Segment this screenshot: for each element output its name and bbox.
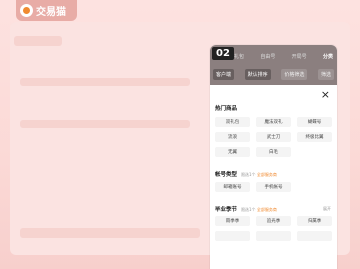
filter-client[interactable]: 客户端 xyxy=(213,69,235,80)
category-tabs: 礼包 自由号 开局号 分类 xyxy=(234,50,333,62)
brand-badge: 交易猫 xyxy=(16,0,77,21)
filter-more[interactable]: 筛选 xyxy=(317,69,334,80)
chip-hot-8[interactable]: 白毛 xyxy=(256,147,291,157)
background-blur-3 xyxy=(20,120,190,128)
account-type-hint: 限选1个 全部服务商 xyxy=(241,172,277,177)
chip-hot-7[interactable]: 无翼 xyxy=(215,147,250,157)
filter-sort[interactable]: 默认排序 xyxy=(244,69,271,80)
chip-hot-4[interactable]: 流浪 xyxy=(215,132,250,142)
season-expand-link[interactable]: 展开 xyxy=(323,206,331,212)
phone-frame: 02 礼包 自由号 开局号 分类 客户端 默认排序 价格筛选 筛选 × 热门商品… xyxy=(210,45,337,269)
filter-bar: 客户端 默认排序 价格筛选 筛选 xyxy=(213,69,334,80)
chip-account-phone[interactable]: 手机帐号 xyxy=(256,182,291,192)
season-hint-text: 限选1个 xyxy=(241,207,256,212)
filter-price[interactable]: 价格筛选 xyxy=(281,69,308,80)
chip-season-row2-1[interactable] xyxy=(215,231,250,241)
chip-season-1[interactable]: 雨季季 xyxy=(215,216,250,226)
brand-name: 交易猫 xyxy=(36,7,66,18)
tab-category[interactable]: 分类 xyxy=(323,53,333,60)
filter-sheet: × 热门商品 双礼包 魔法双礼 蝴蝶号 流浪 武士刀 终极比翼 无翼 白毛 帐号… xyxy=(210,85,337,269)
account-type-hint-link[interactable]: 全部服务商 xyxy=(257,172,277,177)
dimmed-header: 02 礼包 自由号 开局号 分类 客户端 默认排序 价格筛选 筛选 xyxy=(210,45,337,85)
section-title-hot: 热门商品 xyxy=(215,106,238,112)
chip-hot-3[interactable]: 蝴蝶号 xyxy=(297,117,332,127)
chip-season-2[interactable]: 追光季 xyxy=(256,216,291,226)
chip-season-row2-2[interactable] xyxy=(256,231,291,241)
section-title-account-type: 帐号类型 限选1个 全部服务商 xyxy=(215,170,277,178)
step-badge: 02 xyxy=(212,47,234,60)
chip-account-email[interactable]: 邮箱账号 xyxy=(215,182,250,192)
account-type-hint-text: 限选1个 xyxy=(241,172,256,177)
tab-gift[interactable]: 礼包 xyxy=(234,53,244,60)
chip-season-3[interactable]: 归属季 xyxy=(297,216,332,226)
background-blur-2 xyxy=(20,78,190,86)
chip-season-row2-3[interactable] xyxy=(297,231,332,241)
chip-hot-1[interactable]: 双礼包 xyxy=(215,117,250,127)
background-blur-1 xyxy=(14,36,62,46)
season-hint-link[interactable]: 全部服务商 xyxy=(257,207,277,212)
chip-hot-5[interactable]: 武士刀 xyxy=(256,132,291,142)
background-blur-4 xyxy=(20,228,200,238)
account-type-label: 帐号类型 xyxy=(215,172,238,178)
section-title-season: 毕业季节 限选1个 全部服务商 xyxy=(215,205,277,213)
chip-hot-6[interactable]: 终极比翼 xyxy=(297,132,332,142)
tab-free-account[interactable]: 自由号 xyxy=(260,53,275,60)
season-label: 毕业季节 xyxy=(215,207,238,213)
chip-hot-2[interactable]: 魔法双礼 xyxy=(256,117,291,127)
tab-start-account[interactable]: 开局号 xyxy=(292,53,307,60)
cat-logo-icon xyxy=(20,4,33,17)
close-icon[interactable]: × xyxy=(321,89,330,100)
season-hint: 限选1个 全部服务商 xyxy=(241,207,277,212)
